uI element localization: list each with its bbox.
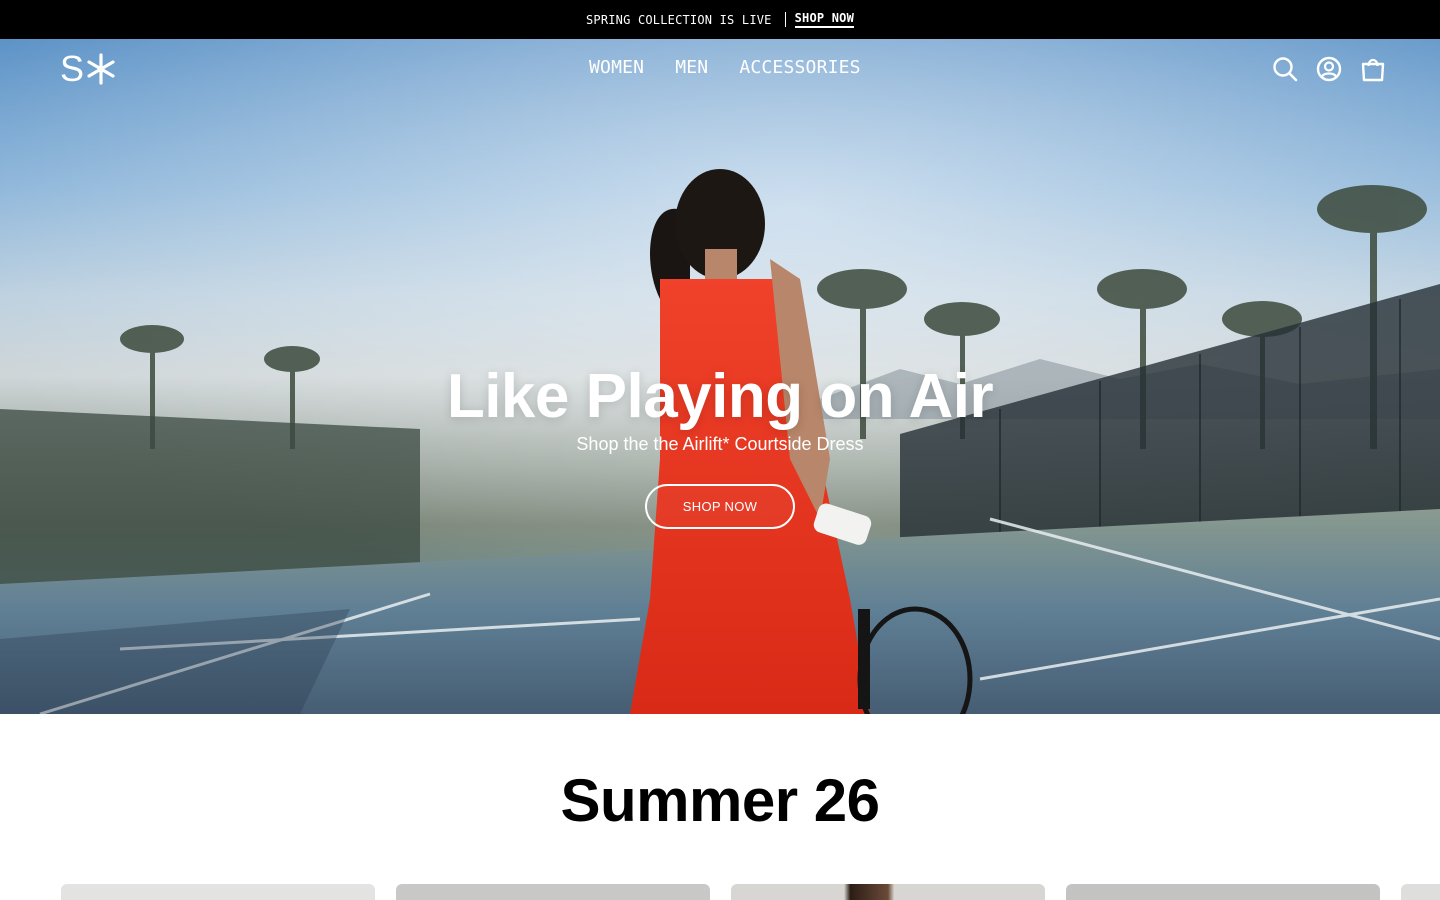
hero-shop-now-button[interactable]: SHOP NOW xyxy=(645,484,795,529)
product-card[interactable] xyxy=(731,884,1045,900)
cart-icon[interactable] xyxy=(1360,56,1386,82)
nav-item-women[interactable]: WOMEN xyxy=(589,57,644,78)
hero-subtitle: Shop the the Airlift* Courtside Dress xyxy=(576,434,864,454)
search-icon[interactable] xyxy=(1272,56,1298,82)
header-utilities xyxy=(1272,56,1386,82)
announcement-shop-now-link[interactable]: SHOP NOW xyxy=(794,11,855,28)
product-card[interactable] xyxy=(1401,884,1440,900)
hero-banner[interactable]: Like Playing on Air Shop the the Airlift… xyxy=(0,39,1440,714)
account-icon[interactable] xyxy=(1316,56,1342,82)
product-card-row xyxy=(61,884,1440,900)
nav-item-men[interactable]: MEN xyxy=(675,57,708,78)
main-nav: WOMEN MEN ACCESSORIES xyxy=(589,57,861,78)
asterisk-icon xyxy=(87,53,115,85)
hero-title: Like Playing on Air xyxy=(446,362,994,431)
brand-logo[interactable]: S xyxy=(60,48,116,89)
announcement-divider xyxy=(784,12,786,27)
nav-item-accessories[interactable]: ACCESSORIES xyxy=(739,57,860,78)
announcement-message: SPRING COLLECTION IS LIVE xyxy=(585,12,772,27)
product-card[interactable] xyxy=(61,884,375,900)
section-title: Summer 26 xyxy=(560,767,881,834)
announcement-bar: SPRING COLLECTION IS LIVE SHOP NOW xyxy=(0,0,1440,39)
product-card[interactable] xyxy=(396,884,710,900)
logo-letter: S xyxy=(60,48,85,89)
product-card[interactable] xyxy=(1066,884,1380,900)
